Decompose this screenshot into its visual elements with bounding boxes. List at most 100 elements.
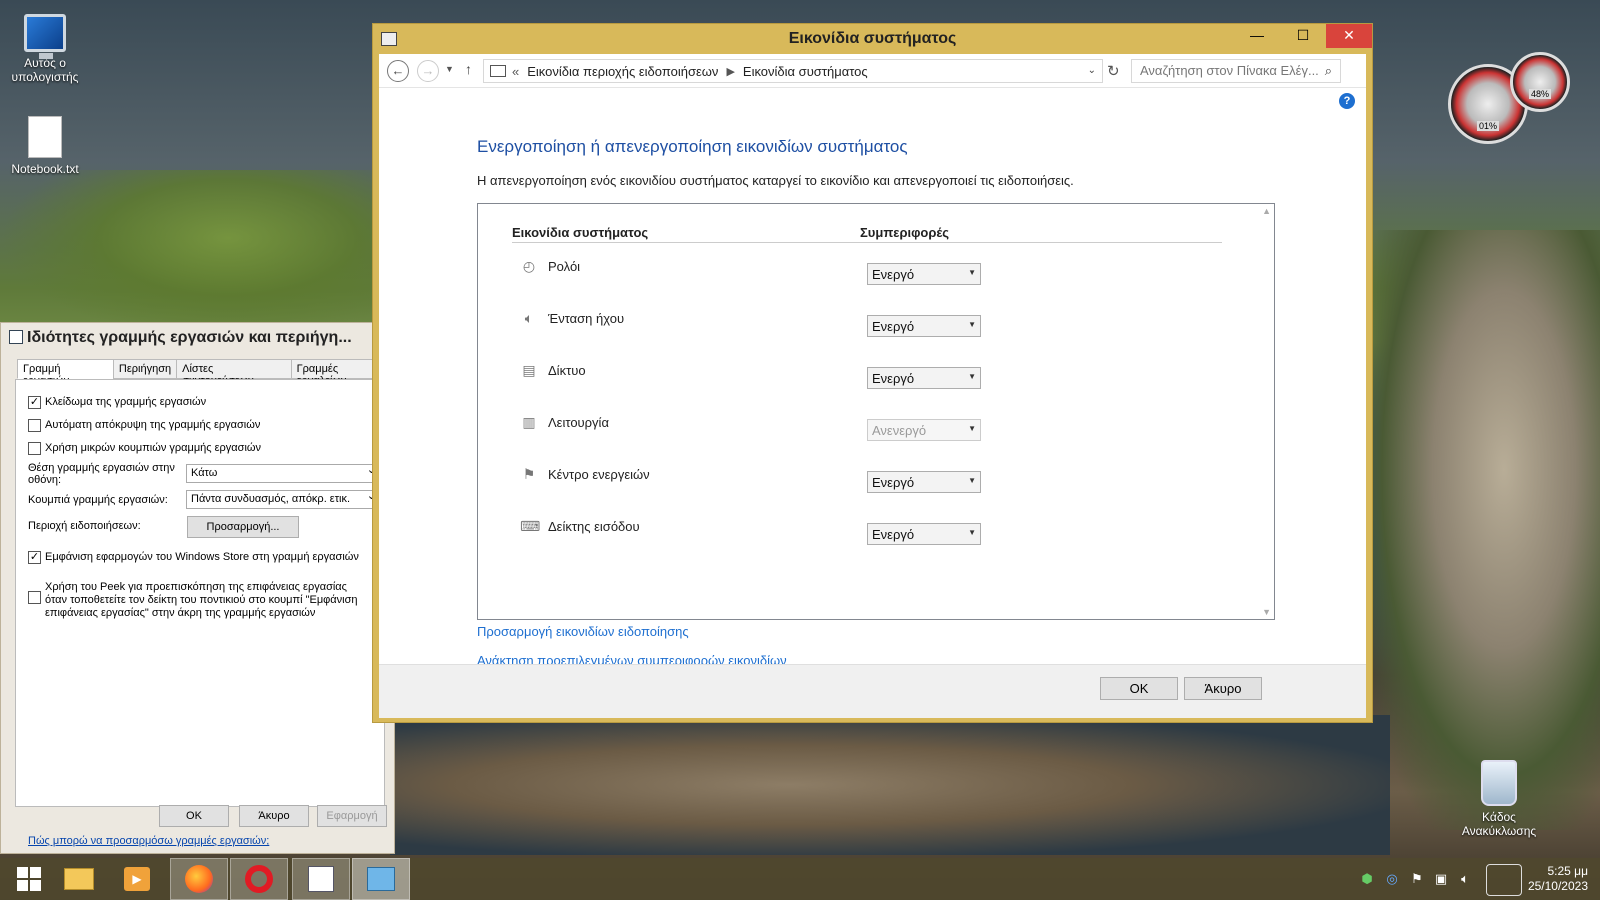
volume-icon: 🔈︎ <box>524 310 534 326</box>
power-behavior-select: Ανενεργό <box>867 419 981 441</box>
row-label-action-center: Κέντρο ενεργειών <box>548 467 650 482</box>
tab-navigation[interactable]: Περιήγηση <box>112 359 178 379</box>
taskbar-firefox[interactable] <box>170 858 228 900</box>
clock-behavior-select[interactable]: Ενεργό <box>867 263 981 285</box>
desktop-icon-this-pc[interactable]: Αυτός ο υπολογιστής <box>0 14 90 84</box>
network-behavior-select[interactable]: Ενεργό <box>867 367 981 389</box>
back-button[interactable]: ← <box>387 60 409 82</box>
taskbar-tab-panel: ✓ Κλείδωμα της γραμμής εργασιών Αυτόματη… <box>15 379 385 847</box>
minimize-button[interactable]: — <box>1234 24 1280 48</box>
properties-icon <box>9 330 23 344</box>
desktop-icon-notebook[interactable]: Notebook.txt <box>0 116 90 176</box>
ok-button[interactable]: OK <box>159 805 229 827</box>
volume-behavior-select[interactable]: Ενεργό <box>867 315 981 337</box>
action-center-behavior-select[interactable]: Ενεργό <box>867 471 981 493</box>
position-select[interactable]: Κάτω <box>186 463 381 483</box>
scroll-up-arrow-icon[interactable]: ▲ <box>1262 206 1271 216</box>
firefox-icon <box>185 865 213 893</box>
minimize-icon: — <box>1250 27 1264 43</box>
peek-option[interactable]: Χρήση του Peek για προεπισκόπηση της επι… <box>28 581 363 620</box>
keyboard-input-indicator[interactable] <box>1486 864 1522 896</box>
small-buttons-option[interactable]: Χρήση μικρών κουμπιών γραμμής εργασιών <box>28 442 261 455</box>
search-icon: ⌕ <box>1324 63 1332 78</box>
lock-taskbar-label: Κλείδωμα της γραμμής εργασιών <box>45 396 207 408</box>
tab-jump-lists[interactable]: Λίστες συντομεύσεων <box>176 359 292 387</box>
back-arrow-icon: ← <box>391 63 405 78</box>
column-header-behaviors: Συμπεριφορές <box>860 225 950 240</box>
row-label-input-indicator: Δείκτης εισόδου <box>548 519 640 534</box>
up-button[interactable]: ↑ <box>465 61 472 77</box>
breadcrumb-notification-icons[interactable]: Εικονίδια περιοχής ειδοποιήσεων <box>527 64 718 79</box>
search-input[interactable]: Αναζήτηση στον Πίνακα Ελέγ... ⌕ <box>1131 59 1341 83</box>
breadcrumb-system-icons[interactable]: Εικονίδια συστήματος <box>743 64 868 79</box>
ok-button[interactable]: OK <box>1100 677 1178 700</box>
refresh-button[interactable]: ↻ <box>1107 62 1120 80</box>
maximize-icon: ☐ <box>1296 27 1310 43</box>
memory-gauge[interactable]: 48% <box>1510 52 1570 112</box>
sync-tray-icon[interactable]: ◎ <box>1385 872 1399 886</box>
cancel-button[interactable]: Άκυρο <box>1184 677 1262 700</box>
taskbar-taskbar-properties[interactable] <box>292 858 350 900</box>
autohide-label: Αυτόματη απόκρυψη της γραμμής εργασιών <box>45 419 261 431</box>
breadcrumb-separator-icon[interactable]: ▶ <box>726 65 734 78</box>
clock-icon: ◴ <box>522 258 536 274</box>
window-title: Εικονίδια συστήματος <box>788 30 957 47</box>
breadcrumb-overflow[interactable]: « <box>512 64 519 79</box>
clock-time: 5:25 μμ <box>1547 864 1588 878</box>
system-clock[interactable]: 5:25 μμ 25/10/2023 <box>1528 864 1588 894</box>
peek-label: Χρήση του Peek για προεπισκόπηση της επι… <box>45 581 358 619</box>
store-apps-checkbox[interactable]: ✓ <box>28 551 41 564</box>
peek-checkbox[interactable] <box>28 591 41 604</box>
dialog-footer: OK Άκυρο <box>379 664 1366 718</box>
landscape-rocks <box>390 715 1390 855</box>
flag-icon: ⚑ <box>522 466 536 482</box>
folder-icon <box>64 868 94 890</box>
position-label: Θέση γραμμής εργασιών στην οθόνη: <box>28 462 175 486</box>
network-tray-icon[interactable]: ▣ <box>1434 872 1448 886</box>
window-title: Ιδιότητες γραμμής εργασιών και περιήγη..… <box>9 329 352 347</box>
taskbar-file-explorer[interactable] <box>50 858 108 900</box>
buttons-select[interactable]: Πάντα συνδυασμός, απόκρ. ετικ. <box>186 489 381 509</box>
volume-tray-icon[interactable]: 🔈︎ <box>1458 872 1472 886</box>
recycle-bin-icon <box>1481 760 1517 806</box>
taskbar-control-panel[interactable] <box>352 858 410 900</box>
customize-button[interactable]: Προσαρμογή... <box>187 516 299 538</box>
forward-arrow-icon: → <box>421 63 435 78</box>
taskbar-properties-window: Ιδιότητες γραμμής εργασιών και περιήγη..… <box>0 322 395 854</box>
customize-notification-icons-link[interactable]: Προσαρμογή εικονιδίων ειδοποίησης <box>477 624 689 639</box>
tab-taskbar[interactable]: Γραμμή εργασιών <box>17 359 114 387</box>
security-tray-icon[interactable]: ⬢ <box>1360 872 1374 886</box>
control-panel-icon <box>367 867 395 891</box>
taskbar-opera[interactable] <box>230 858 288 900</box>
page-description: Η απενεργοποίηση ενός εικονιδίου συστήμα… <box>477 173 1074 188</box>
row-label-power: Λειτουργία <box>548 415 609 430</box>
autohide-option[interactable]: Αυτόματη απόκρυψη της γραμμής εργασιών <box>28 419 260 432</box>
forward-button: → <box>417 60 439 82</box>
small-buttons-checkbox[interactable] <box>28 442 41 455</box>
search-placeholder: Αναζήτηση στον Πίνακα Ελέγ... <box>1140 63 1319 78</box>
recent-pages-dropdown[interactable]: ▼ <box>445 64 454 74</box>
help-link[interactable]: Πώς μπορώ να προσαρμόσω γραμμές εργασιών… <box>28 835 269 847</box>
address-dropdown-icon[interactable]: ⌄ <box>1088 65 1096 76</box>
lock-taskbar-checkbox[interactable]: ✓ <box>28 396 41 409</box>
autohide-checkbox[interactable] <box>28 419 41 432</box>
taskbar-media-player[interactable]: ▶ <box>108 858 166 900</box>
address-bar[interactable]: « Εικονίδια περιοχής ειδοποιήσεων ▶ Εικο… <box>483 59 1103 83</box>
landscape-rock <box>1360 230 1600 830</box>
media-player-icon: ▶ <box>124 867 150 891</box>
tab-strip: Γραμμή εργασιών Περιήγηση Λίστες συντομε… <box>17 359 395 387</box>
desktop-icon-recycle-bin[interactable]: Κάδος Ανακύκλωσης <box>1454 760 1544 838</box>
cancel-button[interactable]: Άκυρο <box>239 805 309 827</box>
input-indicator-behavior-select[interactable]: Ενεργό <box>867 523 981 545</box>
up-arrow-icon: ↑ <box>465 61 472 77</box>
lock-taskbar-option[interactable]: ✓ Κλείδωμα της γραμμής εργασιών <box>28 396 206 409</box>
desktop-icon-label: Κάδος Ανακύκλωσης <box>1461 810 1537 838</box>
store-apps-option[interactable]: ✓ Εμφάνιση εφαρμογών του Windows Store σ… <box>28 551 359 564</box>
column-header-icons: Εικονίδια συστήματος <box>512 225 649 240</box>
close-button[interactable]: ✕ <box>1326 24 1372 48</box>
header-divider <box>512 242 1222 243</box>
help-icon[interactable]: ? <box>1339 93 1355 109</box>
scroll-down-arrow-icon[interactable]: ▼ <box>1262 607 1271 617</box>
maximize-button[interactable]: ☐ <box>1280 24 1326 48</box>
action-center-flag-icon[interactable]: ⚑ <box>1410 872 1424 886</box>
